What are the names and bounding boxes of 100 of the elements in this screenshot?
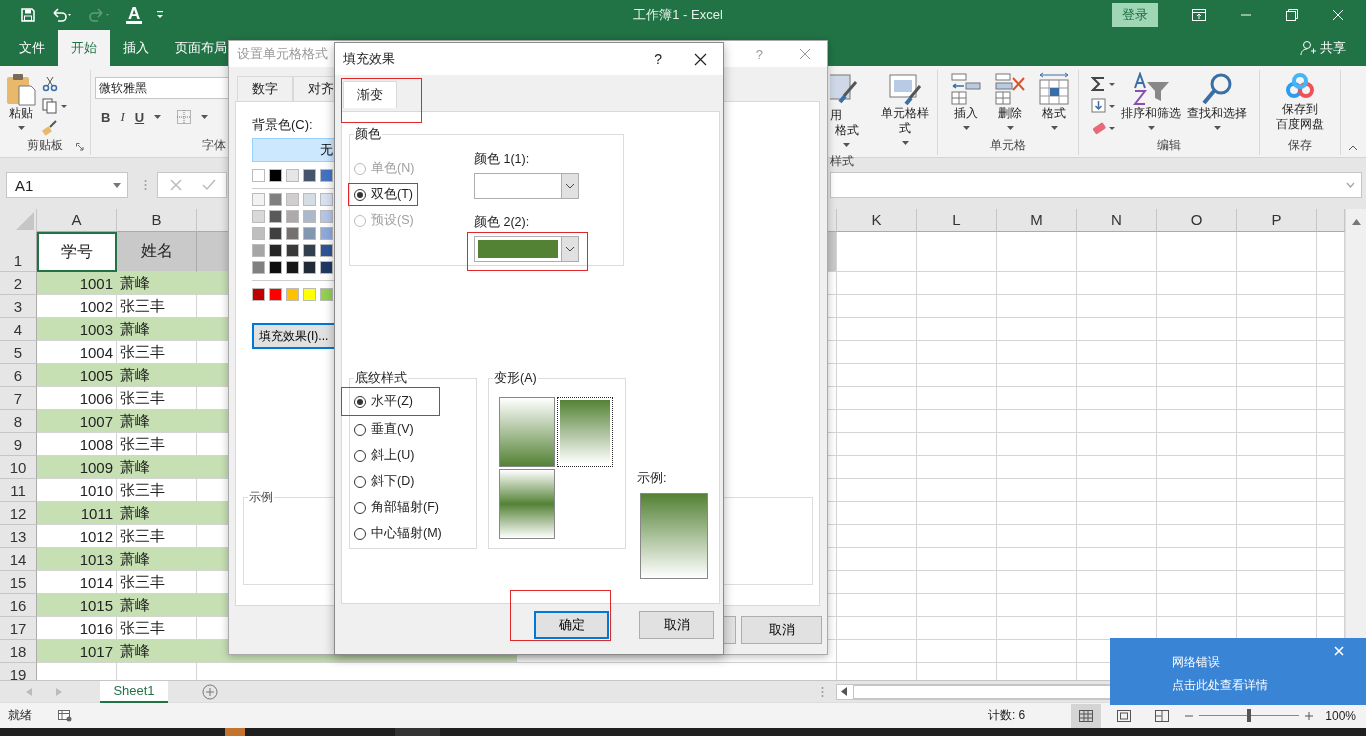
save-to-cloud-button[interactable]: 保存到 百度网盘 — [1274, 70, 1326, 132]
find-select-button[interactable]: 查找和选择 — [1185, 70, 1249, 130]
notification[interactable]: 网络错误 点击此处查看详情 — [1110, 638, 1366, 705]
color-swatch[interactable] — [252, 244, 265, 257]
color-swatch[interactable] — [303, 227, 316, 240]
column-header[interactable]: O — [1157, 209, 1237, 232]
color-swatch[interactable] — [286, 244, 299, 257]
format-painter-icon[interactable] — [42, 120, 58, 136]
row-number[interactable]: 7 — [0, 387, 37, 410]
row-number[interactable]: 9 — [0, 433, 37, 456]
zoom-slider[interactable] — [1199, 709, 1300, 722]
help-button[interactable]: ? — [654, 51, 662, 67]
row-number[interactable]: 3 — [0, 295, 37, 318]
row-number[interactable]: 10 — [0, 456, 37, 479]
row-number[interactable]: 12 — [0, 502, 37, 525]
radio-option[interactable]: 双色(T) — [354, 186, 413, 203]
color-swatch[interactable] — [303, 169, 316, 182]
color-swatch[interactable] — [303, 193, 316, 206]
paste-button[interactable]: 粘贴 — [4, 70, 38, 130]
color-swatch[interactable] — [303, 244, 316, 257]
column-header[interactable]: M — [997, 209, 1077, 232]
fill-down-icon[interactable] — [1091, 98, 1117, 114]
dialog-tab[interactable]: 数字 — [237, 76, 293, 101]
row-number[interactable]: 6 — [0, 364, 37, 387]
color-swatch[interactable] — [286, 169, 299, 182]
scissors-icon[interactable] — [42, 76, 58, 92]
sum-icon[interactable] — [1091, 76, 1117, 92]
column-header[interactable]: P — [1237, 209, 1317, 232]
radio-option[interactable]: 水平(Z) — [354, 393, 413, 410]
color-swatch[interactable] — [252, 261, 265, 274]
row-number[interactable]: 14 — [0, 548, 37, 571]
color-swatch[interactable] — [269, 193, 282, 206]
radio-option[interactable]: 中心辐射(M) — [354, 525, 442, 542]
color-swatch[interactable] — [320, 288, 333, 301]
name-box[interactable]: A1 — [6, 172, 128, 198]
column-header[interactable]: N — [1077, 209, 1157, 232]
view-button[interactable] — [1071, 703, 1102, 728]
color-swatch[interactable] — [252, 210, 265, 223]
collapse-ribbon-icon[interactable] — [1348, 145, 1358, 151]
color-swatch[interactable] — [320, 193, 333, 206]
expand-icon[interactable] — [1346, 182, 1355, 188]
row-number[interactable]: 16 — [0, 594, 37, 617]
sheet-tab[interactable]: Sheet1 — [100, 681, 168, 703]
color-swatch[interactable] — [252, 169, 265, 182]
column-header[interactable]: L — [917, 209, 997, 232]
ribbon-tab[interactable]: 文件 — [6, 30, 58, 66]
underline-button[interactable]: U — [134, 109, 145, 125]
color-swatch[interactable] — [269, 169, 282, 182]
bold-button[interactable]: B — [101, 109, 111, 125]
dialog-button[interactable]: 取消 — [639, 611, 714, 639]
cell-styles-button[interactable]: 单元格样式 — [873, 70, 937, 145]
cells-button[interactable]: 删除 — [992, 70, 1028, 130]
color-swatch[interactable] — [320, 261, 333, 274]
scroll-up-icon[interactable] — [1351, 219, 1361, 225]
color-swatch[interactable] — [320, 210, 333, 223]
row-number[interactable]: 15 — [0, 571, 37, 594]
color-swatch[interactable] — [320, 169, 333, 182]
person-add-icon[interactable] — [1300, 40, 1316, 56]
row-number[interactable]: 1 — [0, 232, 37, 272]
cancel-icon[interactable] — [170, 179, 182, 191]
color-swatch[interactable] — [269, 288, 282, 301]
zoom-level-text[interactable]: 100% — [1325, 708, 1356, 723]
color-swatch[interactable] — [269, 210, 282, 223]
font-color-button[interactable]: A — [126, 6, 143, 24]
color-swatch[interactable] — [286, 227, 299, 240]
formula-field[interactable] — [830, 172, 1362, 198]
zoom-thumb[interactable] — [1247, 709, 1252, 722]
share-button[interactable]: 共享 — [1320, 30, 1346, 66]
dialog-launcher-icon[interactable] — [76, 143, 84, 151]
color-swatch[interactable] — [320, 227, 333, 240]
radio-option[interactable]: 垂直(V) — [354, 421, 414, 438]
caret-icon[interactable] — [154, 115, 162, 119]
color-swatch[interactable] — [286, 210, 299, 223]
row-number[interactable]: 8 — [0, 410, 37, 433]
close-icon[interactable] — [694, 52, 707, 66]
row-number[interactable]: 4 — [0, 318, 37, 341]
caret-icon[interactable] — [201, 115, 209, 119]
customize-caret-icon[interactable] — [156, 10, 165, 20]
eraser-icon[interactable] — [1091, 120, 1117, 136]
color-swatch[interactable] — [286, 261, 299, 274]
copy-icon[interactable] — [42, 98, 68, 114]
sort-filter-button[interactable]: 排序和筛选 — [1119, 70, 1183, 130]
row-number[interactable]: 5 — [0, 341, 37, 364]
row-number[interactable]: 18 — [0, 640, 37, 663]
italic-button[interactable]: I — [120, 109, 125, 125]
color-swatch[interactable] — [269, 261, 282, 274]
dialog-button[interactable]: 确定 — [534, 611, 609, 639]
scroll-left-icon[interactable] — [841, 687, 847, 696]
row-number[interactable]: 17 — [0, 617, 37, 640]
cells-button[interactable]: 插入 — [948, 70, 984, 130]
color-swatch[interactable] — [269, 244, 282, 257]
redo-icon[interactable] — [88, 7, 112, 23]
borders-icon[interactable] — [177, 110, 192, 124]
format-as-table-button[interactable]: 用 格式 — [830, 70, 866, 153]
gradient-variant[interactable] — [557, 397, 613, 467]
row-number[interactable]: 11 — [0, 479, 37, 502]
color-swatch[interactable] — [303, 210, 316, 223]
row-number[interactable]: 13 — [0, 525, 37, 548]
zoom-in-icon[interactable] — [1305, 711, 1314, 720]
color-dropdown[interactable] — [474, 173, 579, 199]
